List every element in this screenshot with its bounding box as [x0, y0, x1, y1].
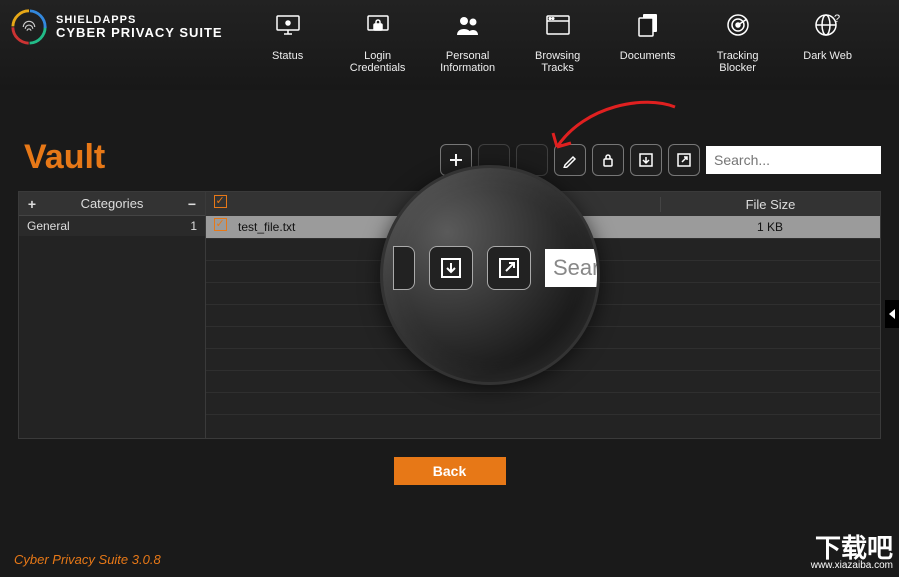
mag-search-preview: Searc [545, 249, 600, 287]
nav-documents[interactable]: Documents [613, 10, 683, 74]
nav-label: Personal Information [433, 50, 503, 74]
lock-icon [363, 10, 393, 40]
monitor-icon [273, 10, 303, 40]
nav-label: Browsing Tracks [523, 50, 593, 74]
people-icon [453, 10, 483, 40]
documents-icon [633, 10, 663, 40]
back-button[interactable]: Back [394, 457, 506, 485]
side-panel-handle[interactable] [885, 300, 899, 328]
watermark-text: 下载吧 [815, 533, 893, 563]
nav-label: Login Credentials [343, 50, 413, 74]
nav-login-credentials[interactable]: Login Credentials [343, 10, 413, 74]
nav-label: Status [272, 50, 303, 62]
nav-tracking-blocker[interactable]: Tracking Blocker [703, 10, 773, 74]
nav-browsing-tracks[interactable]: Browsing Tracks [523, 10, 593, 74]
main-nav: Status Login Credentials Personal Inform… [253, 10, 863, 74]
sidebar-title: Categories [39, 196, 185, 211]
page-title: Vault [24, 138, 105, 177]
nav-label: Tracking Blocker [703, 50, 773, 74]
brand-logo-icon [10, 8, 48, 46]
category-name: General [27, 219, 70, 233]
mag-lock-button [393, 246, 415, 290]
radar-icon [723, 10, 753, 40]
lock-button[interactable] [592, 144, 624, 176]
edit-button[interactable] [554, 144, 586, 176]
browser-icon [543, 10, 573, 40]
svg-text:?: ? [834, 13, 840, 25]
column-filesize[interactable]: File Size [660, 197, 880, 212]
select-all-checkbox[interactable] [206, 195, 234, 213]
nav-label: Dark Web [803, 50, 852, 62]
brand-line2: CYBER PRIVACY SUITE [56, 26, 223, 40]
watermark: 下载吧 www.xiazaiba.com [811, 535, 893, 571]
watermark-url: www.xiazaiba.com [811, 561, 893, 571]
globe-question-icon: ? [813, 10, 843, 40]
search-input[interactable] [706, 146, 881, 174]
category-count: 1 [190, 219, 197, 233]
nav-status[interactable]: Status [253, 10, 323, 74]
add-category-button[interactable]: + [25, 196, 39, 212]
nav-label: Documents [620, 50, 676, 62]
row-checkbox[interactable] [206, 218, 234, 236]
row-filesize: 1 KB [660, 220, 880, 234]
remove-category-button[interactable]: − [185, 196, 199, 212]
category-row[interactable]: General 1 [19, 216, 205, 236]
nav-dark-web[interactable]: ? Dark Web [793, 10, 863, 74]
version-label: Cyber Privacy Suite 3.0.8 [14, 552, 161, 567]
mag-export-icon [487, 246, 531, 290]
nav-personal-info[interactable]: Personal Information [433, 10, 503, 74]
import-button[interactable] [630, 144, 662, 176]
magnifier-overlay: Searc [380, 165, 600, 385]
categories-sidebar: + Categories − General 1 [18, 191, 206, 439]
export-button[interactable] [668, 144, 700, 176]
brand: SHIELDAPPS CYBER PRIVACY SUITE [10, 8, 223, 46]
mag-import-icon [429, 246, 473, 290]
